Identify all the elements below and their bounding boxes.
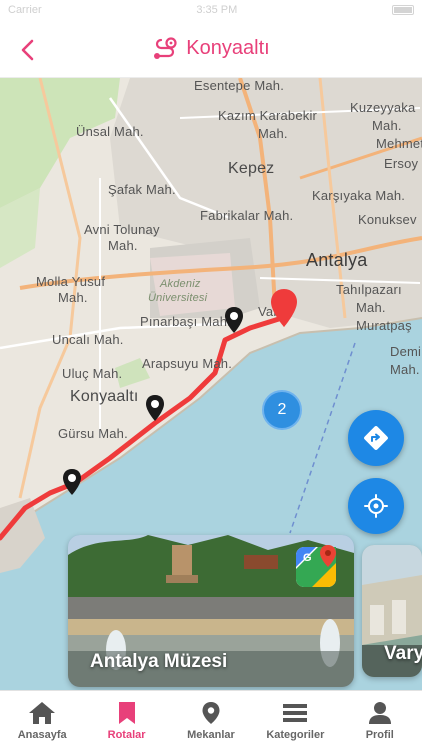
map-label: Kazım Karabekir [218, 108, 318, 123]
directions-icon [364, 426, 388, 450]
home-icon [29, 702, 56, 724]
back-button[interactable] [14, 36, 42, 64]
map-label: Mah. [372, 118, 402, 133]
map-label: Uluç Mah. [62, 366, 123, 381]
svg-text:G: G [303, 552, 312, 564]
map-label: Antalya [306, 250, 368, 270]
my-location-button[interactable] [348, 478, 404, 534]
map-label: Muratpaş [356, 318, 412, 333]
location-pin-icon[interactable] [270, 288, 298, 328]
tab-label: Rotalar [107, 729, 146, 741]
tab-bar: Anasayfa Rotalar Mekanlar Kategoriler Pr… [0, 690, 422, 750]
place-card[interactable]: Vary [362, 545, 422, 677]
map-label: Ünsal Mah. [76, 124, 144, 139]
map-label: Mehmet [376, 136, 422, 151]
route-stop-marker[interactable] [224, 306, 244, 334]
map-label: Kuzeyyaka [350, 100, 416, 115]
bookmark-icon [118, 702, 135, 724]
place-card-title: Antalya Müzesi [90, 651, 228, 672]
map-cluster-badge[interactable]: 2 [262, 390, 302, 430]
map-label: Akdeniz [160, 278, 201, 290]
map-label: Pınarbaşı Mah. [140, 314, 231, 329]
page-title: Konyaaltı [186, 37, 270, 59]
tab-profil[interactable]: Profil [338, 701, 422, 741]
status-time: 3:35 PM [196, 4, 238, 16]
map-label: Gürsu Mah. [58, 426, 128, 441]
map-label: Mah. [356, 300, 386, 315]
map-label: Mah. [390, 362, 420, 377]
map-label: Ersoy [384, 156, 419, 171]
map-label: Karşıyaka Mah. [312, 188, 406, 203]
map-label: Mah. [58, 290, 88, 305]
battery-icon [392, 5, 414, 15]
map-label: Şafak Mah. [108, 182, 176, 197]
map-label: Mah. [108, 238, 138, 253]
person-icon [368, 702, 391, 724]
map-label: Demi [390, 344, 422, 359]
map-label: Molla Yusuf [36, 274, 106, 289]
tab-label: Mekanlar [187, 729, 235, 741]
google-maps-icon[interactable]: G [294, 543, 340, 589]
chevron-left-icon [21, 39, 34, 61]
carrier-signal: Carrier [8, 4, 42, 16]
map-label: Mah. [258, 126, 288, 141]
tab-mekanlar[interactable]: Mekanlar [169, 701, 253, 741]
crosshair-icon [364, 494, 388, 518]
header-title-group: Konyaaltı [152, 36, 270, 61]
map-label: Fabrikalar Mah. [200, 208, 294, 223]
carrier-label: Carrier [8, 4, 42, 16]
directions-button[interactable] [348, 410, 404, 466]
tab-label: Profil [365, 729, 394, 741]
tab-label: Anasayfa [17, 729, 67, 741]
location-pin-icon [202, 702, 220, 724]
route-icon [154, 36, 177, 59]
route-stop-marker[interactable] [62, 468, 82, 496]
header: Konyaaltı [0, 20, 422, 78]
menu-icon [283, 704, 308, 722]
map-label: Arapsuyu Mah. [142, 356, 233, 371]
place-card-title: Vary [384, 643, 422, 664]
tab-label: Kategoriler [266, 729, 325, 741]
map-label: Kepez [228, 160, 275, 177]
place-card[interactable]: G Antalya Müzesi [68, 535, 354, 687]
tab-rotalar[interactable]: Rotalar [85, 701, 169, 741]
map-label: Esentepe Mah. [194, 78, 285, 93]
tab-kategoriler[interactable]: Kategoriler [253, 701, 337, 741]
map-label: Üniversitesi [148, 292, 208, 304]
map-label: Konyaaltı [70, 388, 139, 405]
tab-anasayfa[interactable]: Anasayfa [0, 701, 84, 741]
map-label: Konuksev [358, 212, 417, 227]
route-stop-marker[interactable] [145, 394, 165, 422]
map-label: Avni Tolunay [84, 222, 160, 237]
cluster-count: 2 [277, 401, 287, 418]
map-label: Uncalı Mah. [52, 332, 124, 347]
map-label: Tahılpazarı [336, 282, 402, 297]
status-bar: Carrier 3:35 PM [0, 0, 422, 20]
